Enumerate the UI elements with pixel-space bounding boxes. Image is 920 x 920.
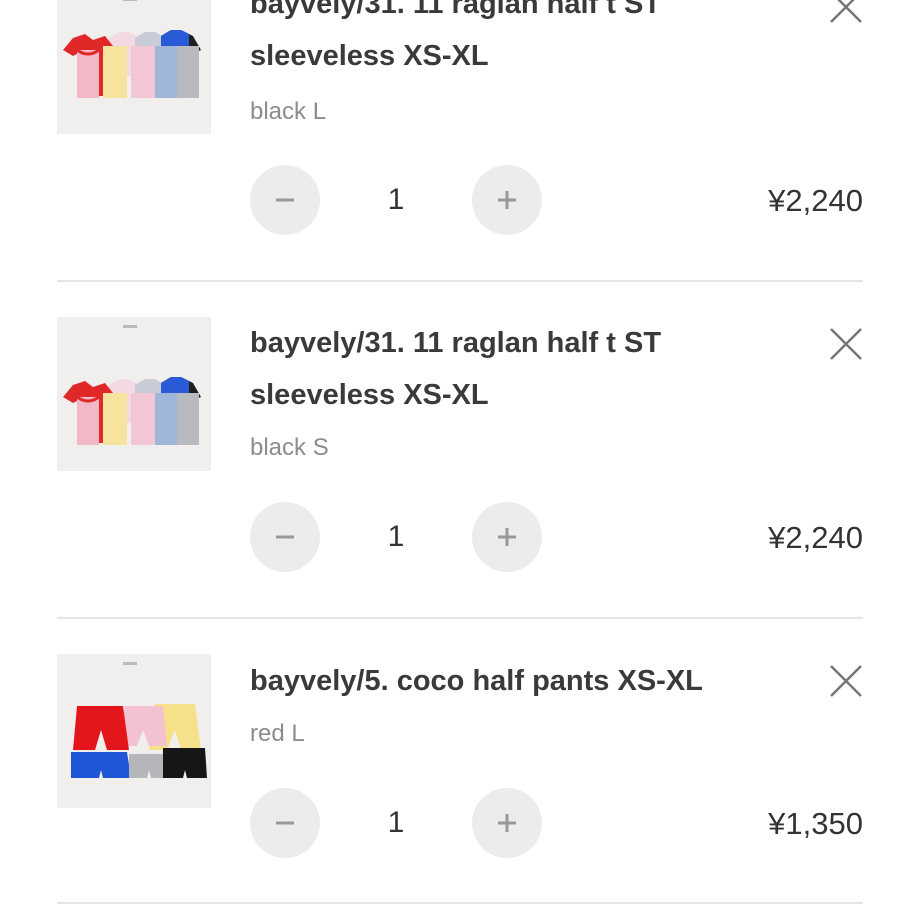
cart-item: bayvely/31. 11 raglan half t ST sleevele… (57, 317, 863, 617)
product-title-line1: bayvely/31. 11 raglan half t ST (250, 327, 662, 359)
product-title-line1: bayvely/5. coco half pants XS-XL (250, 665, 703, 697)
raglan-tshirts-image (57, 0, 211, 134)
remove-item-button[interactable] (829, 0, 863, 24)
plus-icon (498, 191, 516, 209)
product-title-line2: sleeveless XS-XL (250, 379, 489, 411)
quantity-value: 1 (387, 520, 405, 553)
raglan-tshirts-image (57, 317, 211, 471)
item-price: ¥2,240 (768, 520, 863, 555)
remove-item-button[interactable] (829, 664, 863, 698)
plus-icon (498, 814, 516, 832)
quantity-value: 1 (387, 806, 405, 839)
product-title-line2: sleeveless XS-XL (250, 40, 489, 72)
plus-icon (498, 528, 516, 546)
increase-quantity-button[interactable] (472, 165, 542, 235)
item-price: ¥2,240 (768, 183, 863, 218)
product-variant: black S (250, 434, 329, 461)
close-icon (830, 0, 862, 23)
close-icon (830, 328, 862, 360)
cart-item: bayvely/31. 11 raglan half t ST sleevele… (57, 0, 863, 280)
minus-icon (276, 198, 294, 202)
half-pants-image (57, 654, 211, 808)
minus-icon (276, 821, 294, 825)
product-variant: black L (250, 98, 327, 125)
quantity-value: 1 (387, 183, 405, 216)
product-title[interactable]: bayvely/31. 11 raglan half t ST sleevele… (250, 317, 720, 421)
cart-item: bayvely/5. coco half pants XS-XL red L 1… (57, 654, 863, 904)
increase-quantity-button[interactable] (472, 502, 542, 572)
product-title-line1: bayvely/31. 11 raglan half t ST (250, 0, 662, 20)
increase-quantity-button[interactable] (472, 788, 542, 858)
decrease-quantity-button[interactable] (250, 788, 320, 858)
cart-list: bayvely/31. 11 raglan half t ST sleevele… (0, 0, 920, 920)
minus-icon (276, 535, 294, 539)
product-thumbnail[interactable] (57, 654, 211, 808)
item-price: ¥1,350 (768, 806, 863, 841)
product-variant: red L (250, 720, 305, 747)
divider (57, 280, 863, 282)
close-icon (830, 665, 862, 697)
decrease-quantity-button[interactable] (250, 502, 320, 572)
divider (57, 617, 863, 619)
product-title[interactable]: bayvely/5. coco half pants XS-XL (250, 655, 720, 707)
decrease-quantity-button[interactable] (250, 165, 320, 235)
divider (57, 902, 863, 904)
product-thumbnail[interactable] (57, 0, 211, 134)
product-title[interactable]: bayvely/31. 11 raglan half t ST sleevele… (250, 0, 720, 82)
product-thumbnail[interactable] (57, 317, 211, 471)
remove-item-button[interactable] (829, 327, 863, 361)
